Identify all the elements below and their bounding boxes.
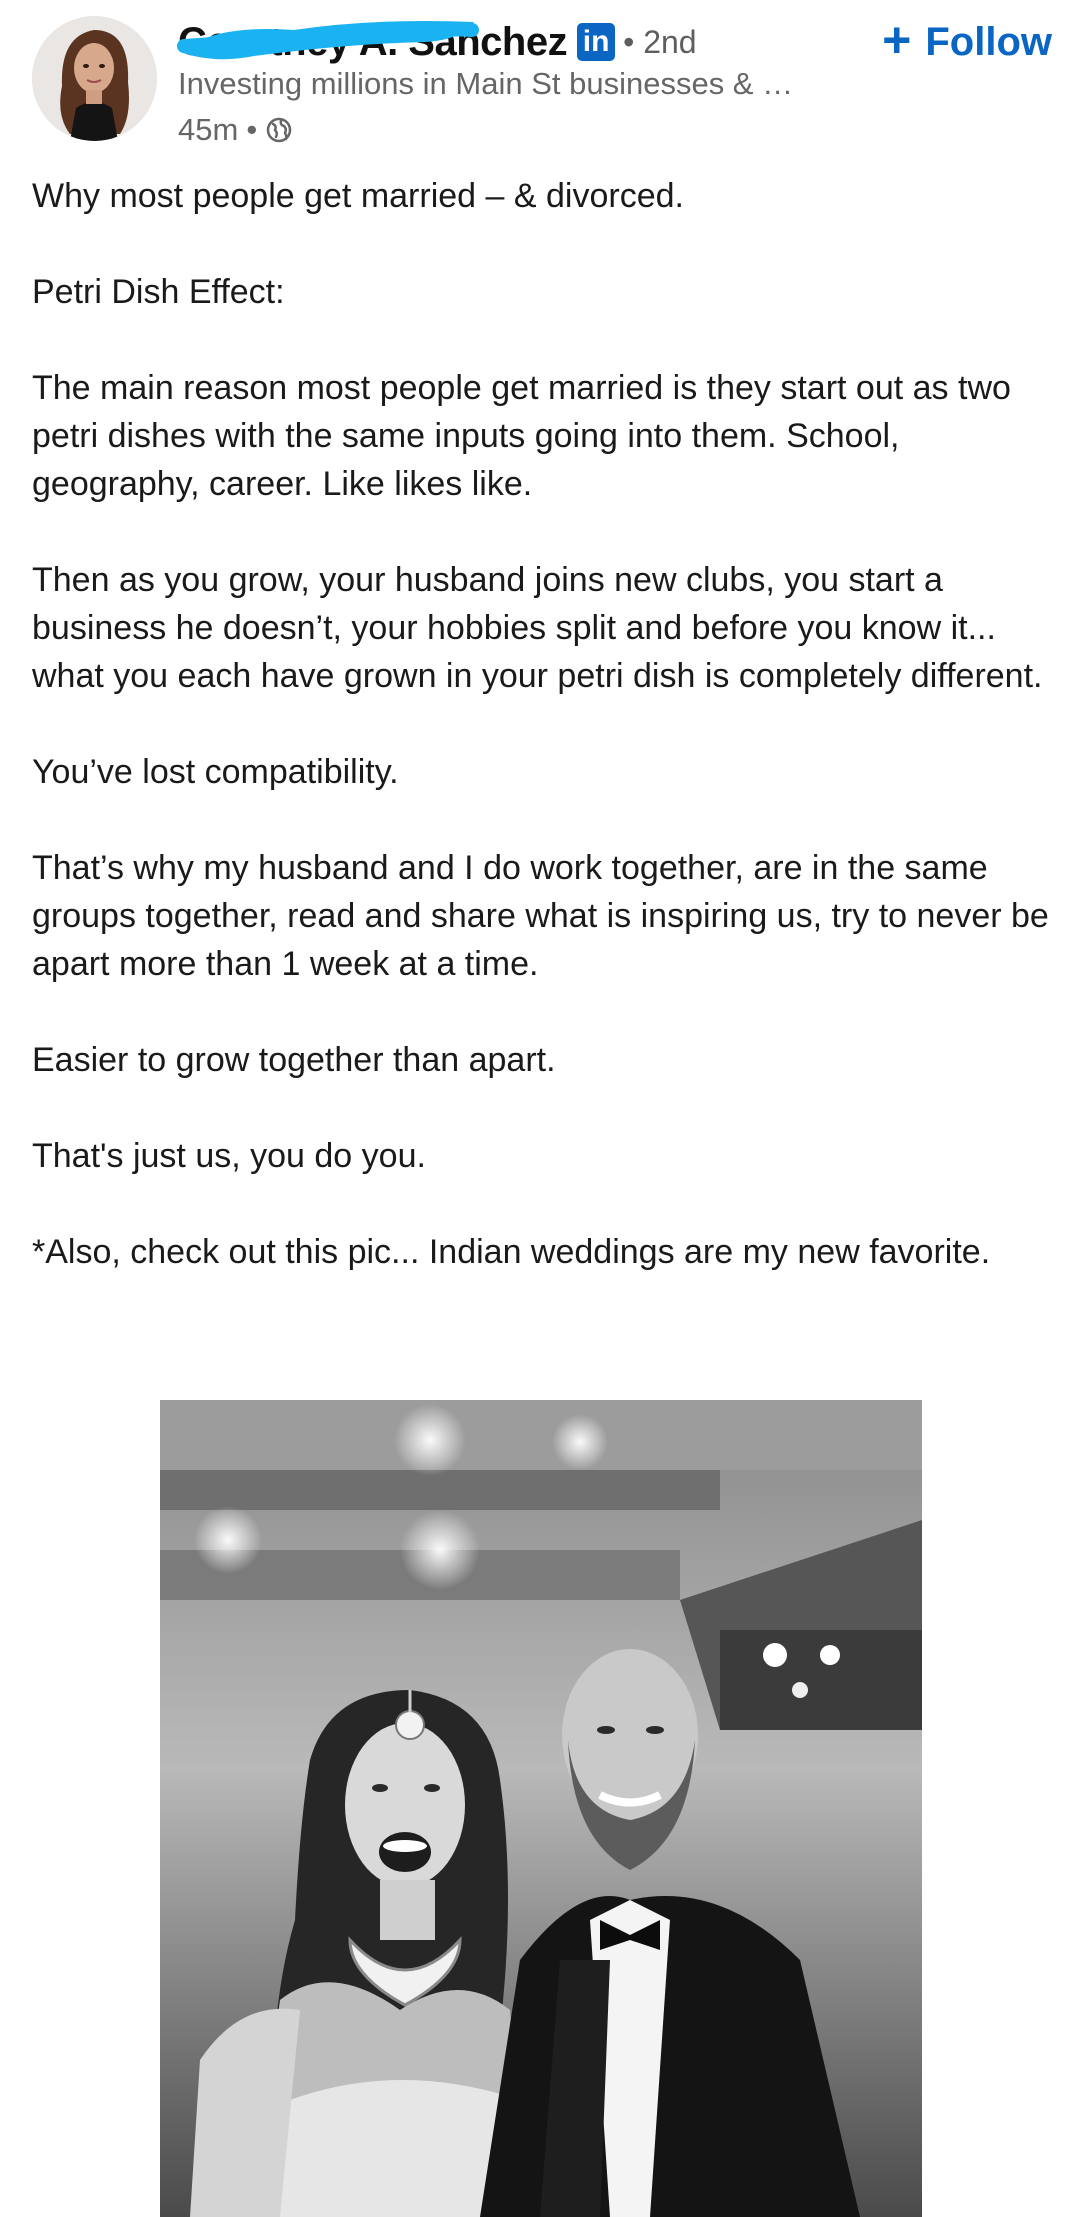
linkedin-badge-icon: in xyxy=(577,23,616,61)
wedding-photo xyxy=(160,1400,922,2217)
post-paragraph: The main reason most people get married … xyxy=(32,369,1011,503)
avatar-portrait xyxy=(32,16,157,141)
post-text: Why most people get married – & divorced… xyxy=(32,172,1062,1276)
author-avatar[interactable] xyxy=(32,16,157,141)
post-paragraph: That’s why my husband and I do work toge… xyxy=(32,849,1049,983)
post-paragraph: Easier to grow together than apart. xyxy=(32,1041,556,1079)
globe-icon xyxy=(266,117,292,143)
post-paragraph: Then as you grow, your husband joins new… xyxy=(32,561,1043,695)
post-paragraph: You’ve lost compatibility. xyxy=(32,753,399,791)
post-paragraph: Petri Dish Effect: xyxy=(32,273,285,311)
follow-button[interactable]: + Follow xyxy=(882,14,1052,70)
post-paragraph: Why most people get married – & divorced… xyxy=(32,177,684,215)
author-headline: Investing millions in Main St businesses… xyxy=(178,66,794,101)
author-name-row: Courtney A. Sanchez in • 2nd xyxy=(177,16,697,68)
meta-separator: • xyxy=(246,112,258,147)
plus-icon: + xyxy=(882,12,912,68)
post-header: Courtney A. Sanchez in • 2nd Investing m… xyxy=(0,0,1080,160)
post-time: 45m xyxy=(178,112,239,147)
post-paragraph: That's just us, you do you. xyxy=(32,1137,426,1175)
post-image[interactable] xyxy=(160,1400,922,2217)
connection-degree: • 2nd xyxy=(623,23,697,60)
follow-label: Follow xyxy=(925,19,1052,64)
author-name[interactable]: Courtney A. Sanchez xyxy=(177,20,568,65)
post-meta: 45m • xyxy=(178,110,293,150)
post-paragraph: *Also, check out this pic... Indian wedd… xyxy=(32,1233,991,1271)
